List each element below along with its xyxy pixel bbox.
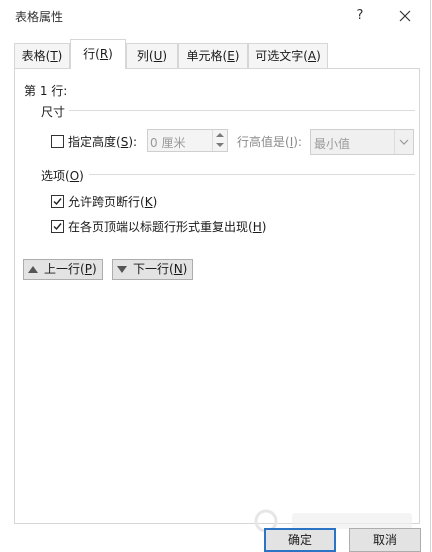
- previous-row-label: 上一行(P): [44, 262, 97, 276]
- row-height-mode-select[interactable]: 最小值: [310, 129, 414, 155]
- row-tab-panel: 第 1 行: 尺寸 指定高度(S): 0 厘米 行高值是(I): 最小值 选项(…: [14, 68, 420, 524]
- repeat-header-label: 在各页顶端以标题行形式重复出现(H): [68, 220, 267, 234]
- spinner-down-icon[interactable]: [216, 143, 224, 147]
- row-height-is-label: 行高值是(I):: [237, 135, 302, 149]
- repeat-header-checkbox[interactable]: [51, 220, 64, 233]
- specify-height-checkbox[interactable]: [51, 135, 64, 148]
- chevron-down-icon: [399, 139, 409, 145]
- row-height-mode-value: 最小值: [314, 137, 351, 151]
- close-button[interactable]: [392, 3, 418, 29]
- cancel-button[interactable]: 取消: [349, 528, 421, 552]
- row-number-label: 第 1 行:: [24, 84, 68, 98]
- options-group-title: 选项(O): [41, 169, 84, 183]
- tab-row[interactable]: 行(R): [70, 39, 126, 69]
- triangle-down-icon: [117, 266, 127, 273]
- tab-alt-text[interactable]: 可选文字(A): [248, 43, 328, 68]
- window-title: 表格属性: [15, 10, 64, 24]
- triangle-up-icon: [28, 266, 38, 273]
- checkmark-icon: [53, 198, 62, 206]
- spinner-up-icon[interactable]: [216, 133, 224, 137]
- row-height-value: 0 厘米: [150, 136, 186, 150]
- allow-row-break-label: 允许跨页断行(K): [68, 195, 158, 209]
- close-icon: [399, 10, 411, 22]
- row-height-spinner[interactable]: 0 厘米: [147, 129, 228, 152]
- size-group-divider: [69, 110, 415, 111]
- previous-row-button[interactable]: 上一行(P): [23, 259, 103, 280]
- specify-height-label: 指定高度(S):: [68, 135, 138, 149]
- spinner-buttons[interactable]: [212, 130, 227, 151]
- help-button[interactable]: ?: [347, 3, 373, 29]
- tab-table[interactable]: 表格(T): [14, 43, 70, 68]
- size-group-title: 尺寸: [41, 105, 66, 119]
- checkmark-icon: [53, 223, 62, 231]
- ok-button[interactable]: 确定: [264, 528, 336, 552]
- title-bar: 表格属性 ?: [0, 0, 430, 32]
- tab-cell[interactable]: 单元格(E): [178, 43, 248, 68]
- allow-row-break-checkbox[interactable]: [51, 195, 64, 208]
- table-properties-dialog: 表格属性 ? 表格(T) 行(R) 列(U) 单元格(E) 可选文字(A) 第 …: [0, 0, 431, 552]
- next-row-label: 下一行(N): [133, 262, 188, 276]
- tab-column[interactable]: 列(U): [126, 43, 178, 68]
- next-row-button[interactable]: 下一行(N): [112, 259, 193, 280]
- options-group-divider: [89, 174, 415, 175]
- dropdown-arrow[interactable]: [394, 130, 413, 154]
